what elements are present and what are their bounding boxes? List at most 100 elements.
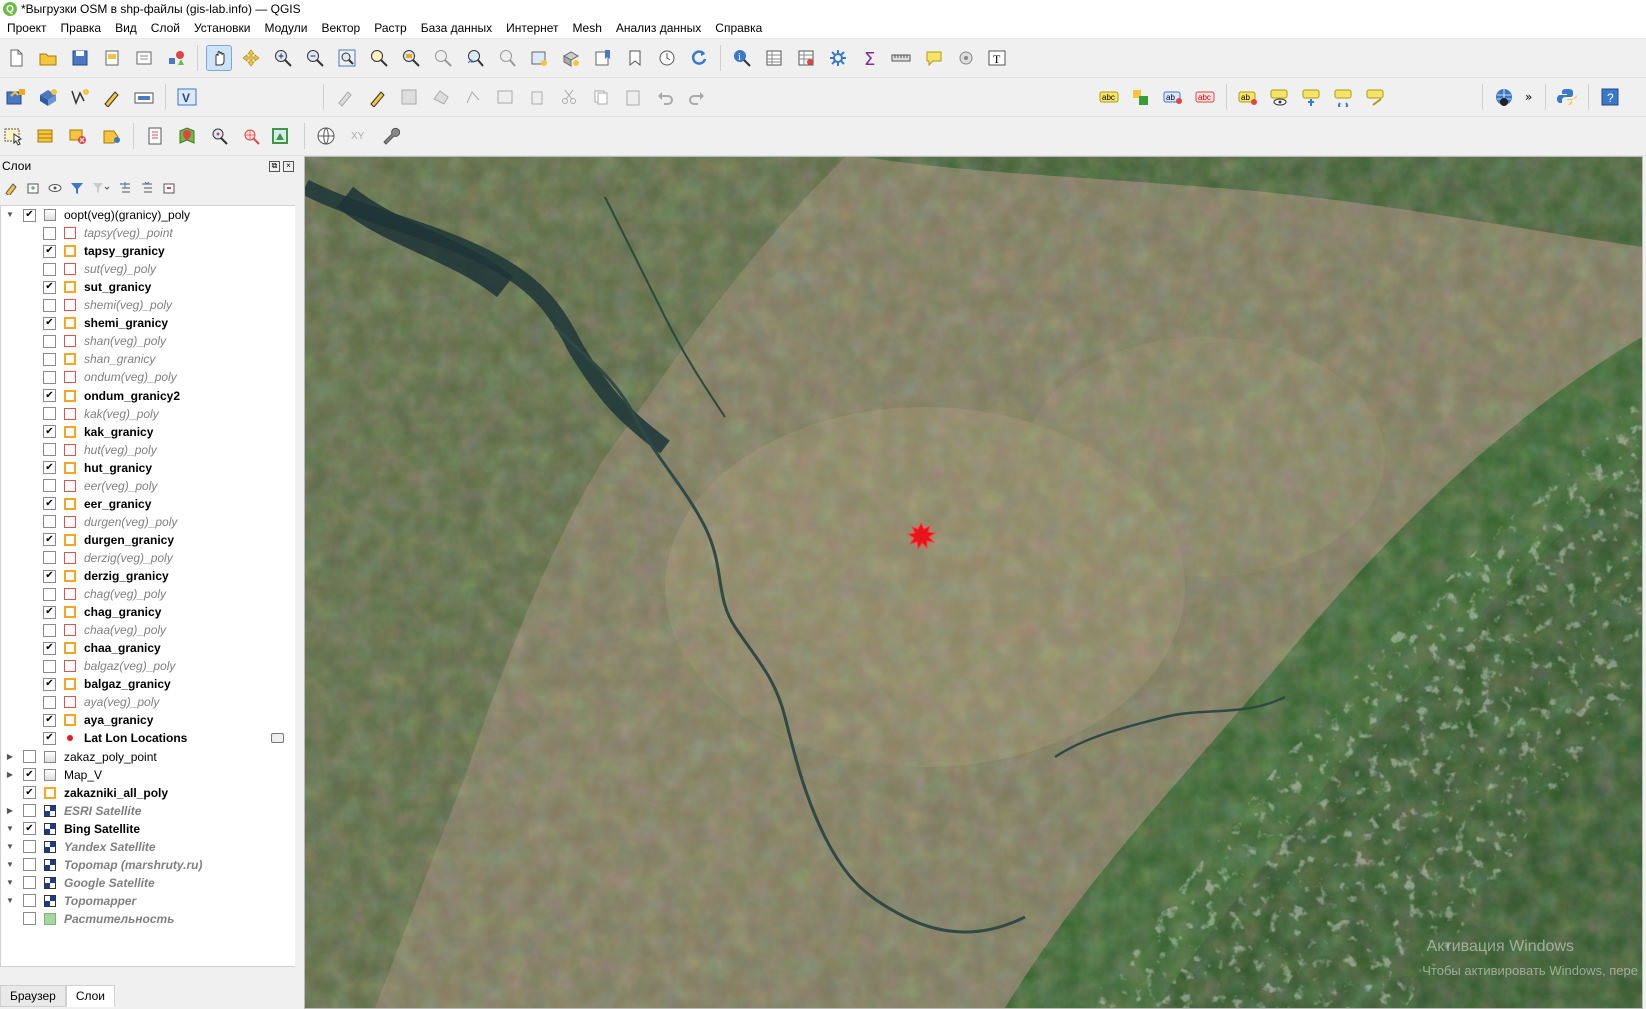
menu-raster[interactable]: Растр	[367, 21, 413, 35]
vertex-tool-icon[interactable]	[460, 84, 486, 110]
save-edits-icon[interactable]	[396, 84, 422, 110]
move-label-icon[interactable]	[1299, 84, 1325, 110]
layer-row[interactable]: ▼ Google Satellite	[6, 874, 155, 892]
layer-row[interactable]: ✔ tapsy_granicy	[43, 242, 165, 260]
rotate-label-icon[interactable]	[1331, 84, 1357, 110]
layer-visibility-checkbox[interactable]	[43, 443, 56, 457]
layer-row[interactable]: balgaz(veg)_poly	[43, 657, 175, 675]
layer-row[interactable]: ✔ chaa_granicy	[43, 639, 161, 657]
settings-wrench-icon[interactable]	[377, 123, 403, 149]
decorations-icon[interactable]	[953, 45, 979, 71]
collapse-arrow-icon[interactable]: ▶	[5, 752, 15, 762]
layer-row[interactable]: ✔ shemi_granicy	[43, 314, 168, 332]
tab-browser[interactable]: Браузер	[0, 985, 66, 1007]
layer-row[interactable]: derzig(veg)_poly	[43, 549, 173, 567]
label-abc-icon[interactable]: abc	[1096, 84, 1122, 110]
manage-visibility-icon[interactable]	[48, 181, 62, 198]
zoom-last-icon[interactable]	[462, 45, 488, 71]
menu-help[interactable]: Справка	[708, 21, 769, 35]
layer-labeling-icon[interactable]	[1128, 84, 1154, 110]
menu-plugins[interactable]: Модули	[257, 21, 314, 35]
layer-row[interactable]: ✔ eer_granicy	[43, 495, 151, 513]
expand-arrow-icon[interactable]: ▼	[5, 842, 15, 852]
layer-visibility-checkbox[interactable]: ✔	[43, 713, 56, 727]
layer-visibility-checkbox[interactable]: ✔	[43, 731, 56, 745]
toolbar-overflow-icon[interactable]: »	[1523, 84, 1537, 110]
geocoder-icon[interactable]	[313, 123, 339, 149]
layer-visibility-checkbox[interactable]	[23, 858, 36, 872]
layer-row[interactable]: ▼ ✔ oopt(veg)(granicy)_poly	[6, 206, 190, 224]
layer-visibility-checkbox[interactable]: ✔	[43, 605, 56, 619]
layer-visibility-checkbox[interactable]	[23, 894, 36, 908]
new-3d-view-icon[interactable]	[558, 45, 584, 71]
layer-visibility-checkbox[interactable]	[23, 840, 36, 854]
help-icon[interactable]: ?	[1597, 84, 1623, 110]
menu-database[interactable]: База данных	[414, 21, 499, 35]
layer-visibility-checkbox[interactable]	[23, 876, 36, 890]
virtual-layer-icon[interactable]	[131, 84, 157, 110]
layer-visibility-checkbox[interactable]: ✔	[43, 497, 56, 511]
filter-expression-icon[interactable]	[92, 181, 110, 198]
layer-visibility-checkbox[interactable]	[43, 695, 56, 709]
close-panel-icon[interactable]: ×	[283, 160, 294, 172]
remove-layer-icon[interactable]	[162, 181, 176, 198]
collapse-all-icon[interactable]	[140, 181, 154, 198]
layer-visibility-checkbox[interactable]: ✔	[43, 533, 56, 547]
layer-row[interactable]: ✔ chag_granicy	[43, 603, 161, 621]
attribute-table-icon[interactable]	[761, 45, 787, 71]
select-features-icon[interactable]	[3, 123, 29, 149]
layer-visibility-checkbox[interactable]	[43, 334, 56, 348]
menu-settings[interactable]: Установки	[187, 21, 257, 35]
layer-row[interactable]: ✔ zakazniki_all_poly	[23, 784, 168, 802]
tab-layers[interactable]: Слои	[65, 985, 115, 1007]
text-annotation-icon[interactable]: T	[985, 45, 1011, 71]
layer-visibility-checkbox[interactable]: ✔	[43, 569, 56, 583]
layer-visibility-checkbox[interactable]	[43, 587, 56, 601]
layer-row[interactable]: eer(veg)_poly	[43, 477, 157, 495]
expand-arrow-icon[interactable]: ▼	[5, 860, 15, 870]
layer-visibility-checkbox[interactable]	[43, 551, 56, 565]
delete-selected-icon[interactable]	[524, 84, 550, 110]
layer-visibility-checkbox[interactable]	[43, 659, 56, 673]
menu-layer[interactable]: Слой	[144, 21, 187, 35]
new-geopackage-icon[interactable]	[35, 84, 61, 110]
layer-row[interactable]: chaa(veg)_poly	[43, 621, 166, 639]
add-group-icon[interactable]	[26, 181, 40, 198]
cut-features-icon[interactable]	[556, 84, 582, 110]
layer-row[interactable]: tapsy(veg)_point	[43, 224, 173, 242]
python-console-icon[interactable]	[1554, 84, 1580, 110]
zoom-native-icon[interactable]	[430, 45, 456, 71]
layer-row[interactable]: shan_granicy	[43, 350, 155, 368]
menu-view[interactable]: Вид	[108, 21, 144, 35]
redo-icon[interactable]	[684, 84, 710, 110]
zoom-to-selection-icon[interactable]	[366, 45, 392, 71]
layer-row[interactable]: aya(veg)_poly	[43, 693, 159, 711]
layer-row[interactable]: ▼ Topomap (marshruty.ru)	[6, 856, 202, 874]
change-label-icon[interactable]	[1363, 84, 1389, 110]
layer-visibility-checkbox[interactable]	[43, 479, 56, 493]
menu-edit[interactable]: Правка	[54, 21, 109, 35]
menu-web[interactable]: Интернет	[499, 21, 565, 35]
digitize-icon[interactable]	[99, 84, 125, 110]
unpin-labels-icon[interactable]: abc	[1192, 84, 1218, 110]
add-csv-layer-icon[interactable]	[142, 123, 168, 149]
measure-line-icon[interactable]	[889, 45, 915, 71]
expand-arrow-icon[interactable]: ▼	[5, 896, 15, 906]
layer-row[interactable]: hut(veg)_poly	[43, 441, 157, 459]
layer-row[interactable]: ✔ kak_granicy	[43, 423, 153, 441]
paste-features-icon[interactable]	[620, 84, 646, 110]
layer-row[interactable]: ▶ ESRI Satellite	[7, 802, 141, 820]
layer-visibility-checkbox[interactable]: ✔	[43, 244, 56, 258]
layer-visibility-checkbox[interactable]: ✔	[43, 316, 56, 330]
layer-row[interactable]: chag(veg)_poly	[43, 585, 166, 603]
modify-attributes-icon[interactable]	[492, 84, 518, 110]
undo-icon[interactable]	[652, 84, 678, 110]
add-feature-icon[interactable]	[428, 84, 454, 110]
multi-zoom-icon[interactable]	[238, 123, 264, 149]
map-tips-icon[interactable]	[921, 45, 947, 71]
expand-arrow-icon[interactable]: ▼	[5, 210, 15, 220]
select-by-value-icon[interactable]	[35, 123, 61, 149]
pan-map-icon[interactable]	[206, 45, 232, 71]
expand-arrow-icon[interactable]: ▼	[5, 824, 15, 834]
layer-row[interactable]: durgen(veg)_poly	[43, 513, 177, 531]
